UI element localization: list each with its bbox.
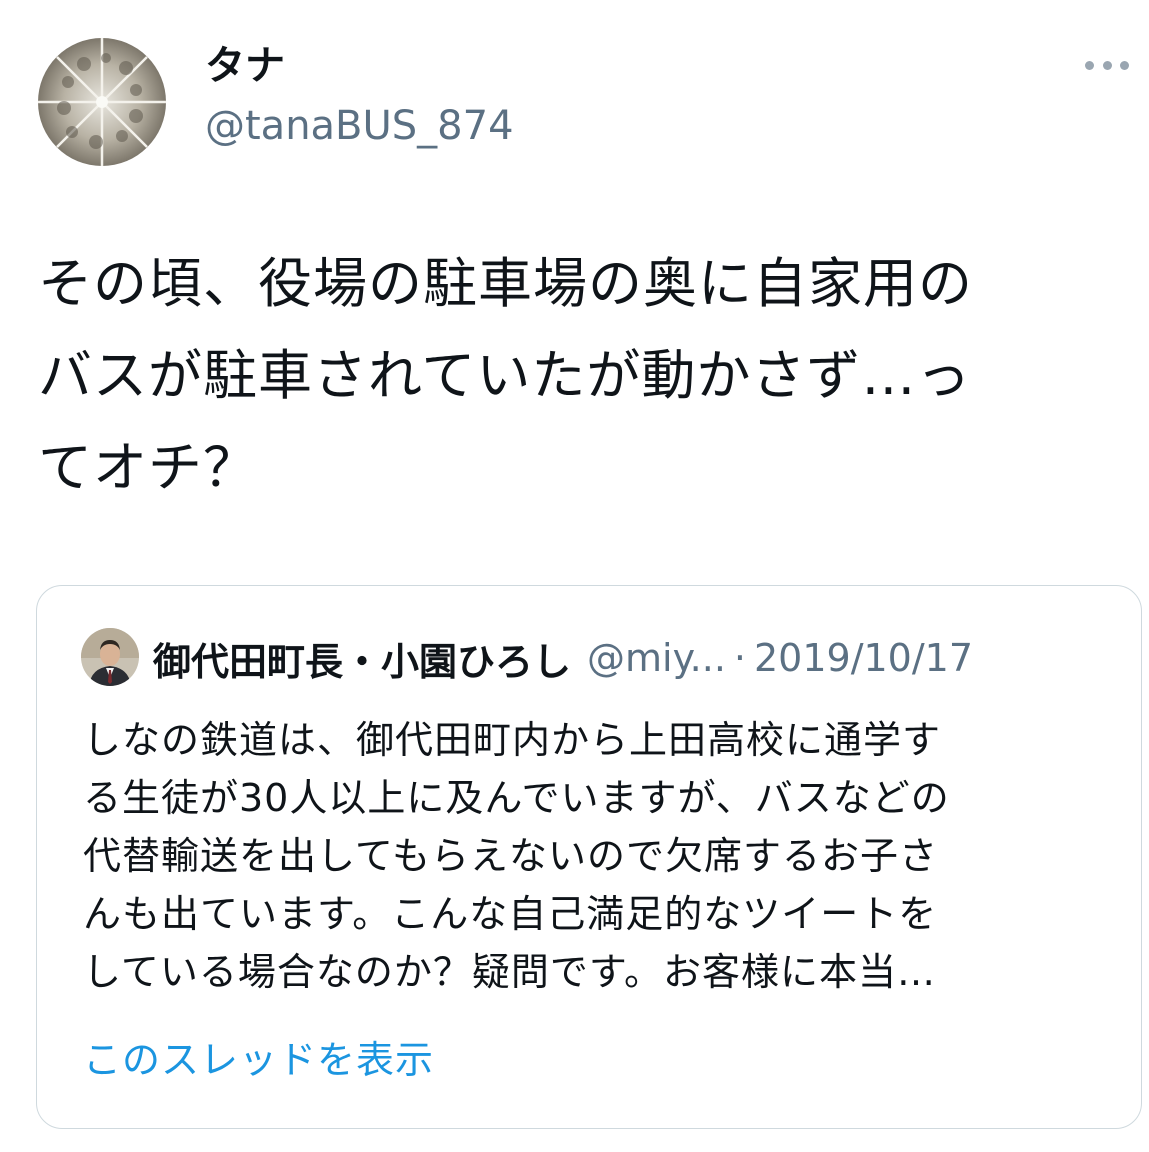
tweet-text-line: バスが駐車されていたが動かさず…っ	[38, 344, 972, 407]
quoted-text-line: る生徒が30人以上に及んでいますが、バスなどの	[83, 776, 950, 820]
quoted-tweet-card[interactable]: 御代田町長・小園ひろし @miy... · 2019/10/17 しなの鉄道は、…	[36, 585, 1142, 1129]
quoted-author-name: 御代田町長・小園ひろし	[153, 639, 572, 684]
author-handle[interactable]: @tanaBUS_874	[205, 100, 514, 152]
quoted-text-line: 代替輸送を出してもらえないので欠席するお子さ	[83, 834, 938, 878]
author-name[interactable]: タナ	[205, 40, 285, 92]
more-dot	[1102, 60, 1112, 70]
more-dot	[1085, 60, 1094, 70]
author-avatar-image	[38, 38, 166, 166]
quoted-text-line: しなの鉄道は、御代田町内から上田高校に通学す	[83, 718, 942, 762]
quoted-text-line: している場合なのか？疑問です。お客様に本当…	[83, 950, 937, 994]
tweet-text-line: その頃、役場の駐車場の奥に自家用の	[38, 252, 973, 315]
quoted-tweet-text: しなの鉄道は、御代田町内から上田高校に通学す る生徒が30人以上に及んでいますが…	[83, 711, 1123, 1001]
tweet-text: その頃、役場の駐車場の奥に自家用の バスが駐車されていたが動かさず…っ てオチ？	[38, 238, 1128, 514]
author-avatar[interactable]	[38, 38, 166, 166]
show-thread-link[interactable]: このスレッドを表示	[83, 1034, 434, 1086]
quoted-author-handle: @miy...	[587, 636, 726, 680]
quoted-tweet-header: 御代田町長・小園ひろし @miy... · 2019/10/17	[153, 630, 973, 686]
header-separator: ·	[733, 636, 746, 680]
quoted-tweet-date: 2019/10/17	[754, 636, 974, 680]
tweet: タナ @tanaBUS_874 その頃、役場の駐車場の奥に自家用の バスが駐車さ…	[0, 0, 1149, 1152]
quoted-author-avatar-image	[81, 628, 139, 686]
tweet-text-line: てオチ？	[38, 436, 258, 499]
more-icon[interactable]	[1077, 50, 1137, 80]
quoted-author-avatar	[81, 628, 139, 686]
quoted-text-line: んも出ています。こんな自己満足的なツイートを	[83, 892, 938, 936]
more-dot	[1120, 60, 1129, 70]
